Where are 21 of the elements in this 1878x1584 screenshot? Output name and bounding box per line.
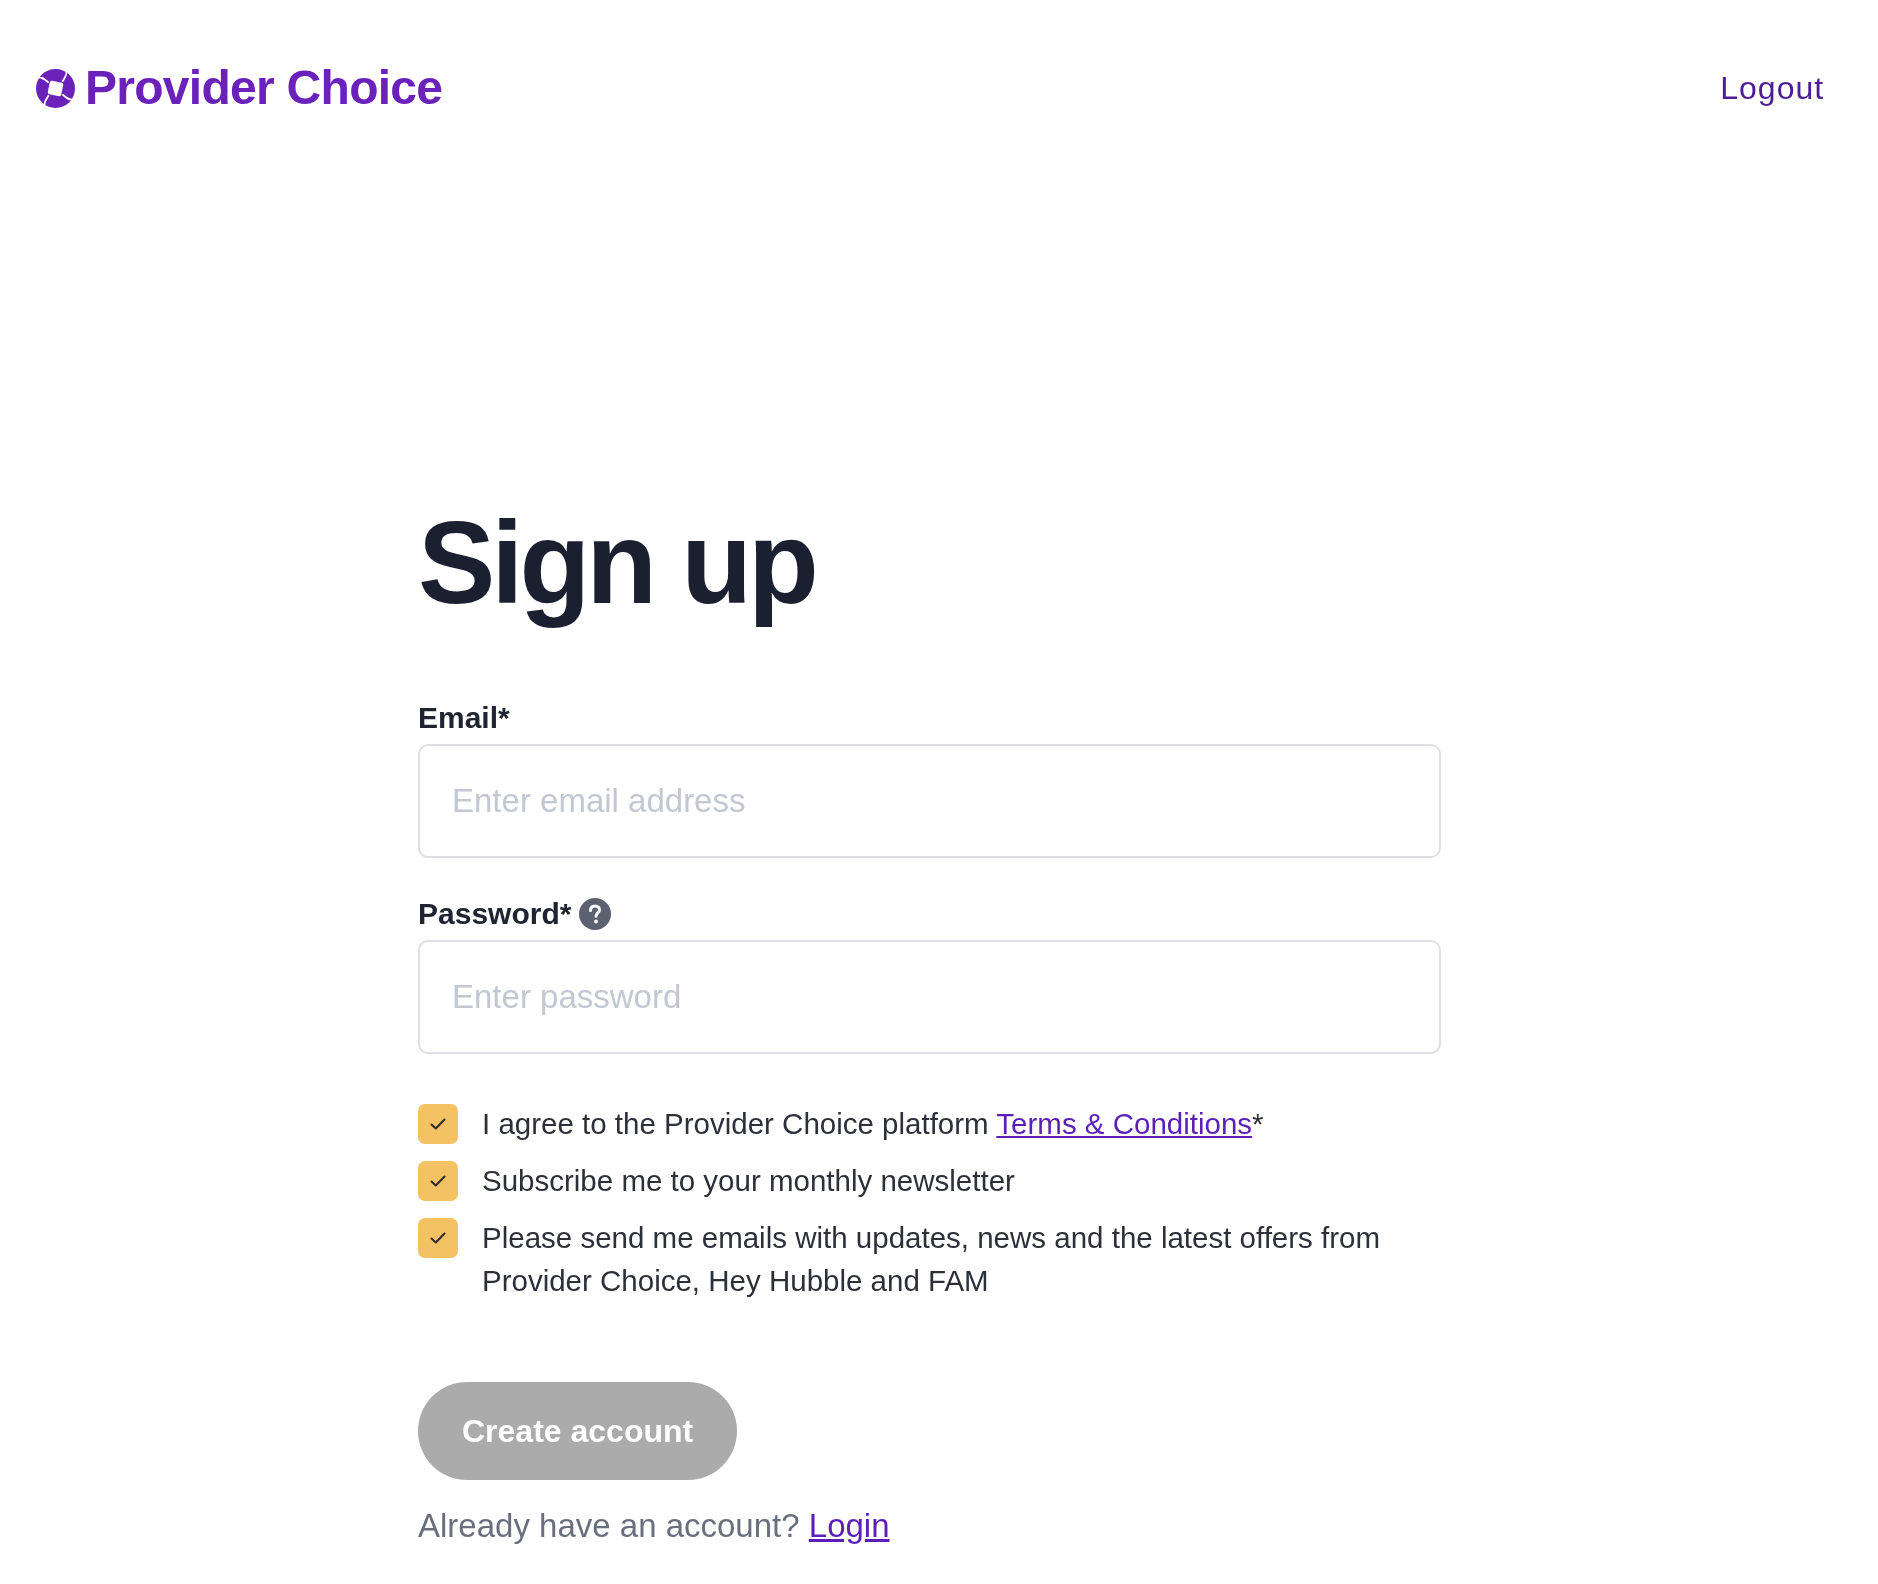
help-icon[interactable] bbox=[579, 898, 612, 930]
logo-mark-icon bbox=[36, 68, 75, 108]
marketing-consent-text: Please send me emails with updates, news and the latest offers from Provider Choice, Hey Hubble and FAM bbox=[482, 1220, 1382, 1299]
email-field[interactable]: Enter email address bbox=[418, 744, 1441, 858]
brand-name: Provider Choice bbox=[85, 62, 443, 114]
checkbox[interactable] bbox=[418, 1104, 458, 1144]
checkmark-icon bbox=[430, 1232, 446, 1244]
newsletter-consent-text: Subscribe me to your monthly newsletter bbox=[482, 1163, 1015, 1199]
login-link[interactable]: Login bbox=[808, 1507, 890, 1544]
email-label: Email* bbox=[418, 700, 510, 736]
checkbox[interactable] bbox=[418, 1161, 458, 1201]
password-field[interactable]: Enter password bbox=[418, 940, 1441, 1054]
terms-consent-text: I agree to the Provider Choice platform Terms & Conditions* bbox=[482, 1106, 1264, 1142]
checkmark-icon bbox=[430, 1175, 446, 1187]
checkmark-icon bbox=[430, 1118, 446, 1130]
password-label: Password* bbox=[418, 896, 572, 932]
page-title: Sign up bbox=[418, 497, 815, 630]
login-prompt: Already have an account? Login bbox=[418, 1506, 890, 1546]
checkbox[interactable] bbox=[418, 1218, 458, 1258]
terms-link[interactable]: Terms & Conditions bbox=[996, 1107, 1253, 1140]
logout-link[interactable]: Logout bbox=[1720, 68, 1824, 108]
